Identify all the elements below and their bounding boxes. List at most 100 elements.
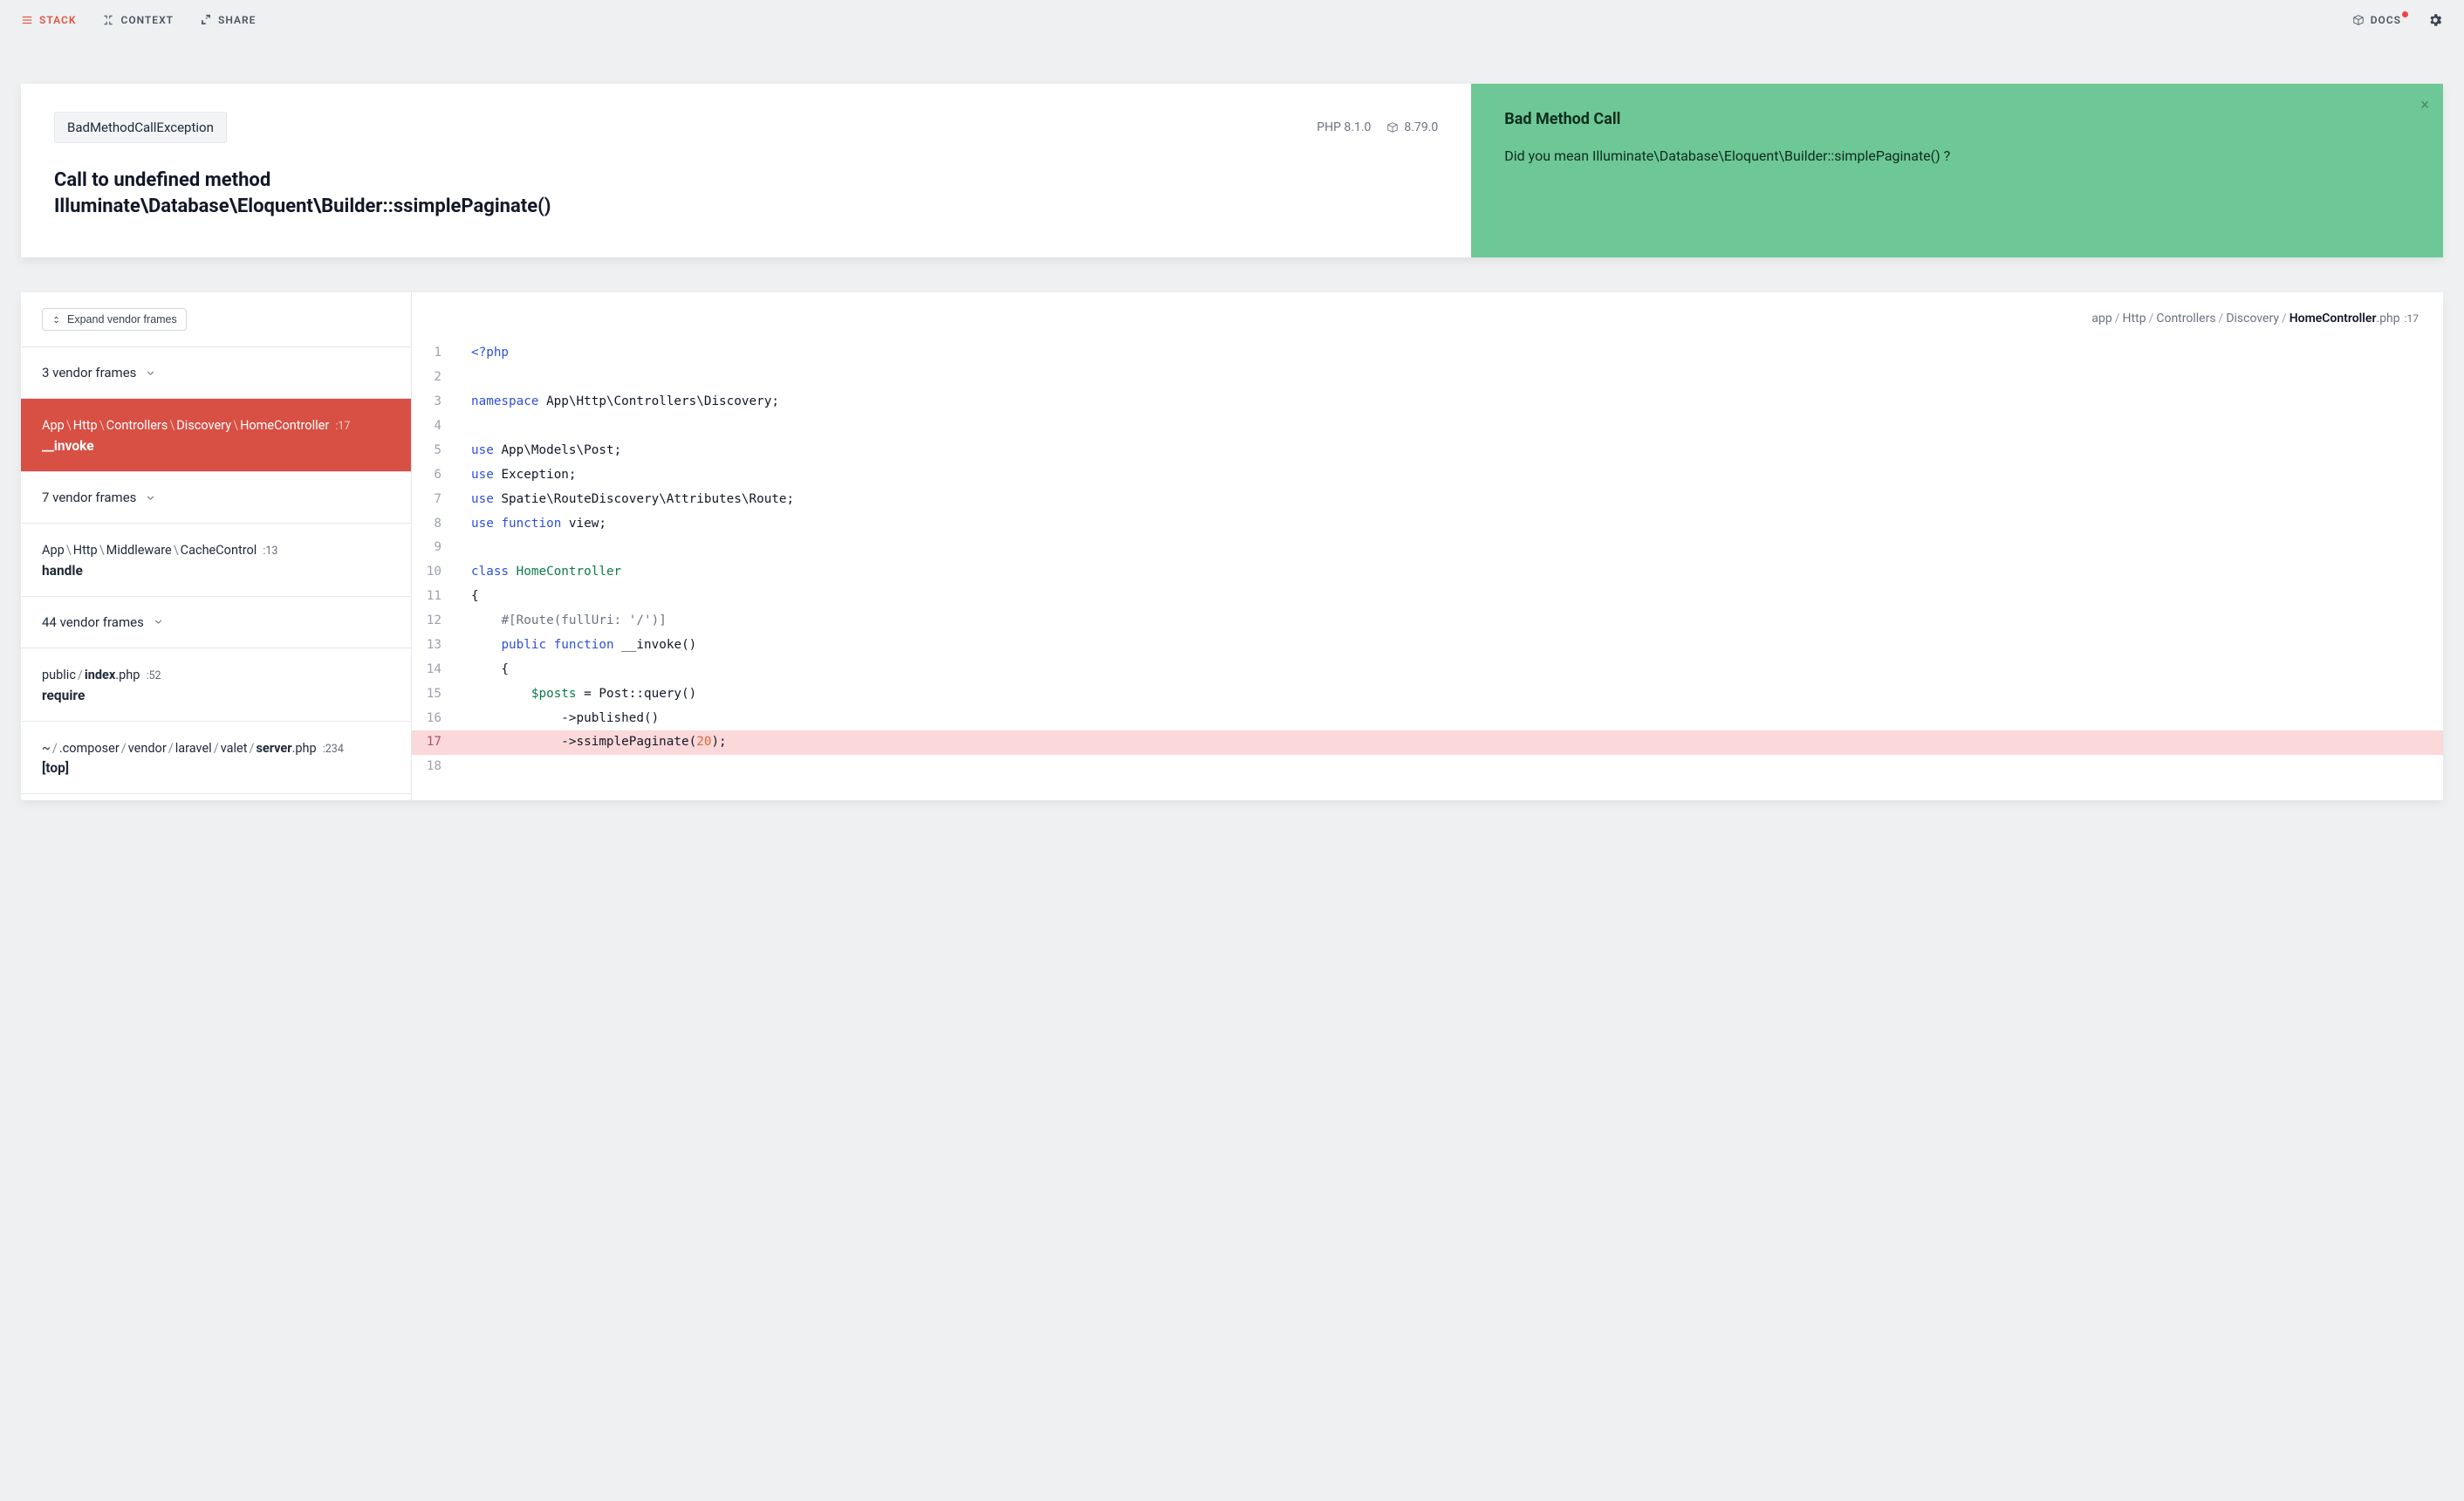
- file-breadcrumb: app/Http/Controllers/Discovery/HomeContr…: [412, 292, 2443, 341]
- line-number: 18: [412, 755, 452, 779]
- line-number: 14: [412, 658, 452, 682]
- nav-docs[interactable]: DOCS: [2352, 14, 2401, 26]
- exception-hero: BadMethodCallException PHP 8.1.0 8.79.0 …: [21, 84, 2443, 257]
- stack-frame[interactable]: public/index.php :52 require: [21, 648, 411, 722]
- line-source: use Spatie\RouteDiscovery\Attributes\Rou…: [452, 488, 2443, 512]
- code-line: 7use Spatie\RouteDiscovery\Attributes\Ro…: [412, 488, 2443, 512]
- laravel-version: 8.79.0: [1386, 120, 1438, 134]
- frame-path: ~/.composer/vendor/laravel/valet/server.…: [42, 739, 390, 758]
- line-source: public function __invoke(): [452, 634, 2443, 658]
- vendor-frames-label: 3 vendor frames: [42, 365, 136, 380]
- line-number: 3: [412, 390, 452, 415]
- line-number: 11: [412, 585, 452, 609]
- code-line: 18: [412, 755, 2443, 779]
- line-number: 5: [412, 439, 452, 463]
- nav-share[interactable]: SHARE: [200, 14, 256, 26]
- version-info: PHP 8.1.0 8.79.0: [1317, 120, 1438, 134]
- code-line: 16 ->published(): [412, 707, 2443, 731]
- frame-path: App\Http\Controllers\Discovery\HomeContr…: [42, 416, 390, 435]
- stack-frame[interactable]: App\Http\Controllers\Discovery\HomeContr…: [21, 399, 411, 472]
- code-line: 2: [412, 366, 2443, 390]
- frames-list: 3 vendor frames App\Http\Controllers\Disc…: [21, 347, 411, 794]
- share-icon: [200, 14, 212, 26]
- vendor-frames-toggle[interactable]: 3 vendor frames: [21, 347, 411, 399]
- frame-method: __invoke: [42, 438, 390, 454]
- line-source: <?php: [452, 341, 2443, 366]
- nav-share-label: SHARE: [218, 14, 256, 26]
- exception-message: Call to undefined method Illuminate\Data…: [54, 168, 613, 219]
- line-source: use App\Models\Post;: [452, 439, 2443, 463]
- code-line: 13 public function __invoke(): [412, 634, 2443, 658]
- vendor-frames-toggle[interactable]: 7 vendor frames: [21, 472, 411, 524]
- exception-class-badge: BadMethodCallException: [54, 112, 227, 143]
- nav-left: STACK CONTEXT SHARE: [21, 14, 256, 26]
- nav-context[interactable]: CONTEXT: [102, 14, 174, 26]
- nav-right: DOCS: [2352, 12, 2443, 28]
- line-source: [452, 366, 2443, 390]
- line-source: {: [452, 658, 2443, 682]
- frame-method: require: [42, 688, 390, 703]
- line-source: ->published(): [452, 707, 2443, 731]
- top-nav: STACK CONTEXT SHARE DOCS: [0, 0, 2464, 40]
- line-number: 1: [412, 341, 452, 366]
- line-source: [452, 755, 2443, 779]
- chevron-down-icon: [153, 616, 164, 627]
- line-source: [452, 536, 2443, 560]
- code-line: 17 ->ssimplePaginate(20);: [412, 730, 2443, 755]
- gear-icon: [2427, 12, 2443, 28]
- line-source: {: [452, 585, 2443, 609]
- stack-trace-panel: Expand vendor frames 3 vendor frames App\…: [21, 292, 2443, 800]
- nav-stack[interactable]: STACK: [21, 14, 76, 26]
- line-number: 15: [412, 682, 452, 707]
- line-source: $posts = Post::query(): [452, 682, 2443, 707]
- frame-path: App\Http\Middleware\CacheControl :13: [42, 541, 390, 560]
- suggestion-card: × Bad Method Call Did you mean Illuminat…: [1471, 84, 2443, 257]
- frames-sidebar: Expand vendor frames 3 vendor frames App\…: [21, 292, 412, 800]
- line-number: 4: [412, 415, 452, 439]
- code-line: 5use App\Models\Post;: [412, 439, 2443, 463]
- nav-stack-label: STACK: [39, 14, 76, 26]
- nav-docs-label: DOCS: [2371, 14, 2401, 26]
- line-number: 2: [412, 366, 452, 390]
- stack-frame[interactable]: App\Http\Middleware\CacheControl :13hand…: [21, 524, 411, 597]
- code-line: 1<?php: [412, 341, 2443, 366]
- frame-path: public/index.php :52: [42, 666, 390, 685]
- code-line: 11{: [412, 585, 2443, 609]
- vendor-frames-toggle[interactable]: 44 vendor frames: [21, 597, 411, 648]
- line-source: class HomeController: [452, 560, 2443, 585]
- line-number: 7: [412, 488, 452, 512]
- suggestion-body: Did you mean Illuminate\Database\Eloquen…: [1504, 146, 2410, 167]
- line-number: 12: [412, 609, 452, 634]
- code-line: 14 {: [412, 658, 2443, 682]
- line-source: use function view;: [452, 512, 2443, 537]
- code-line: 4: [412, 415, 2443, 439]
- line-number: 13: [412, 634, 452, 658]
- line-number: 10: [412, 560, 452, 585]
- chevron-down-icon: [145, 367, 156, 379]
- context-icon: [102, 14, 114, 26]
- line-number: 9: [412, 536, 452, 560]
- vendor-frames-label: 7 vendor frames: [42, 490, 136, 505]
- vendor-frames-label: 44 vendor frames: [42, 614, 144, 630]
- expand-vendor-button[interactable]: Expand vendor frames: [42, 308, 187, 331]
- php-version: PHP 8.1.0: [1317, 120, 1371, 134]
- line-number: 6: [412, 463, 452, 488]
- code-line: 15 $posts = Post::query(): [412, 682, 2443, 707]
- stack-icon: [21, 14, 33, 26]
- frames-header: Expand vendor frames: [21, 292, 411, 347]
- laravel-icon: [2352, 14, 2365, 26]
- code-line: 3namespace App\Http\Controllers\Discover…: [412, 390, 2443, 415]
- expand-icon: [51, 315, 61, 325]
- code-line: 12 #[Route(fullUri: '/')]: [412, 609, 2443, 634]
- settings-button[interactable]: [2427, 12, 2443, 28]
- code-line: 8use function view;: [412, 512, 2443, 537]
- code-listing: 1<?php2 3namespace App\Http\Controllers\…: [412, 341, 2443, 779]
- line-source: use Exception;: [452, 463, 2443, 488]
- line-number: 16: [412, 707, 452, 731]
- line-source: [452, 415, 2443, 439]
- nav-context-label: CONTEXT: [120, 14, 174, 26]
- expand-vendor-label: Expand vendor frames: [67, 313, 177, 326]
- close-suggestion-button[interactable]: ×: [2420, 96, 2429, 114]
- stack-frame[interactable]: ~/.composer/vendor/laravel/valet/server.…: [21, 722, 411, 795]
- line-source: ->ssimplePaginate(20);: [452, 730, 2443, 755]
